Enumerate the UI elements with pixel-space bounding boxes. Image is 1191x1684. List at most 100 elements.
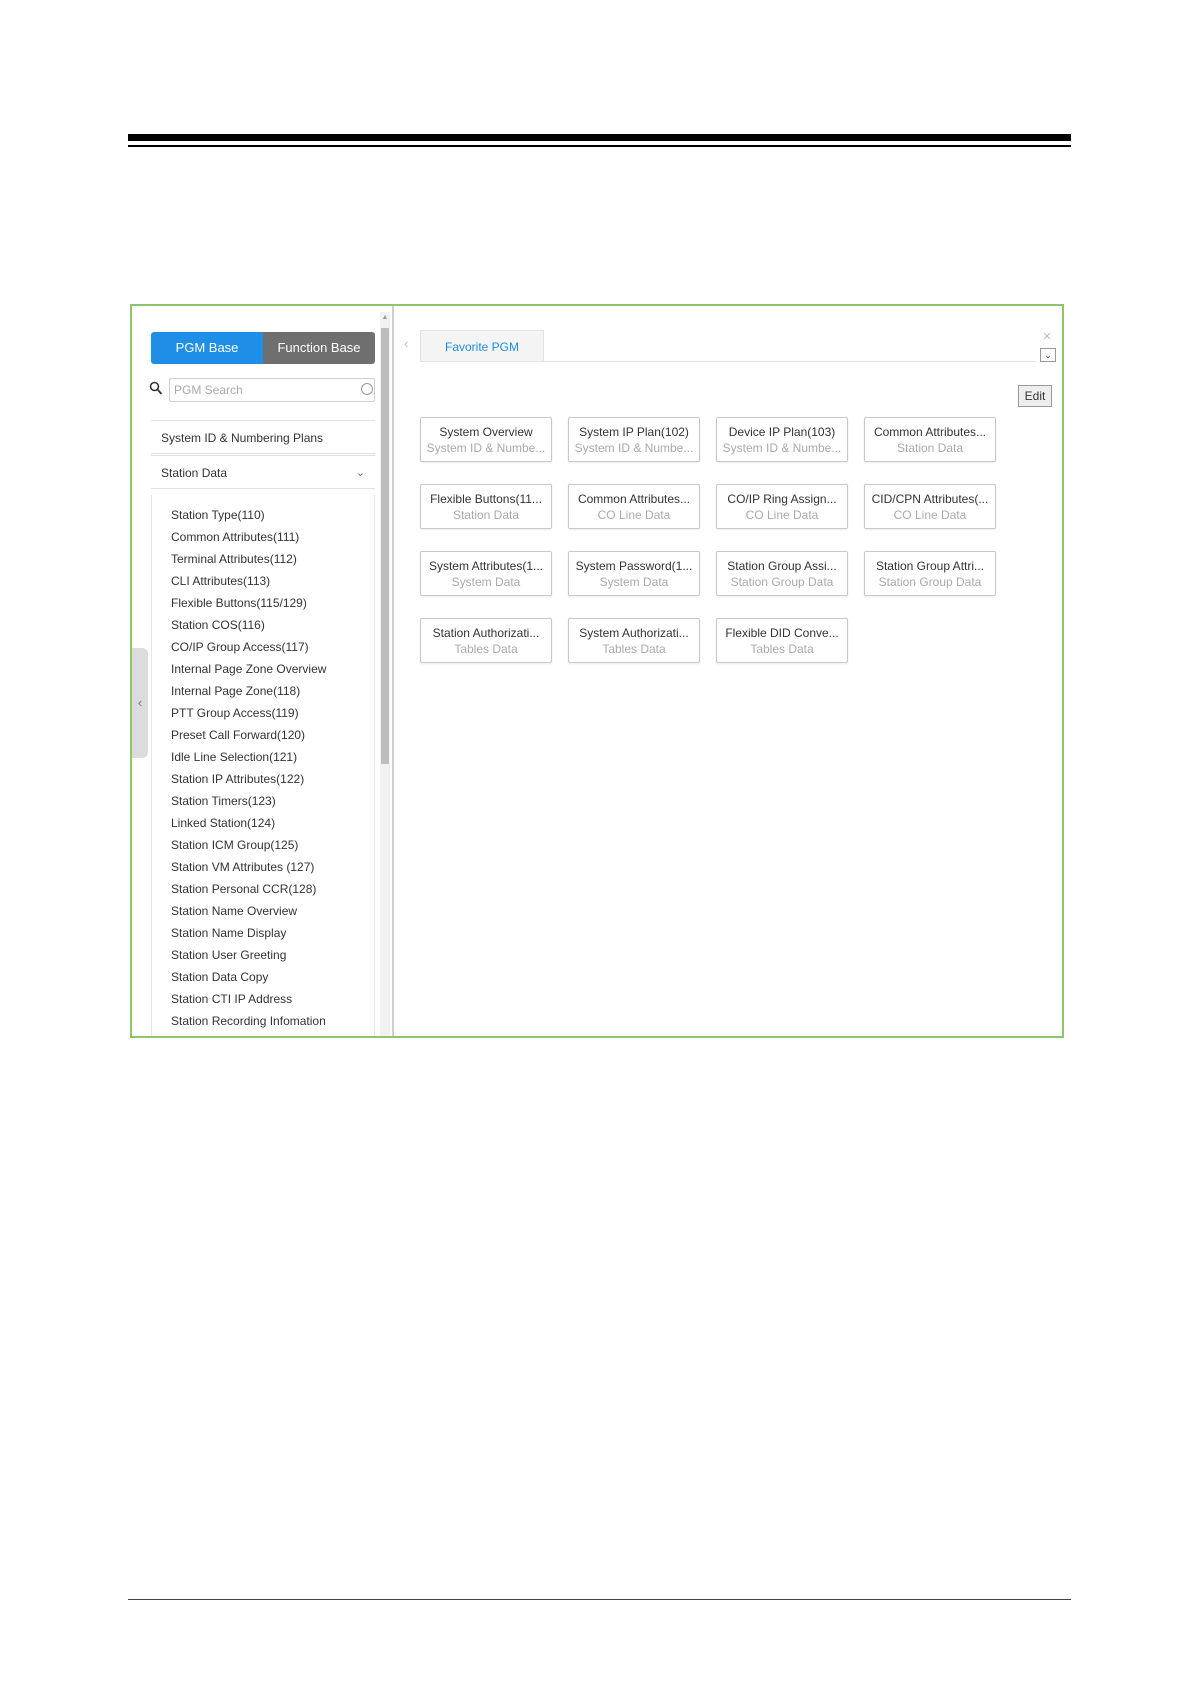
card-title: Common Attributes... bbox=[873, 425, 987, 439]
station-menu-item[interactable]: Station Timers(123) bbox=[171, 791, 276, 811]
station-menu-item[interactable]: Station Personal CCR(128) bbox=[171, 879, 316, 899]
scroll-up-arrow-icon[interactable]: ▲ bbox=[380, 312, 390, 324]
pgm-search-input[interactable] bbox=[169, 378, 375, 402]
chevron-left-icon: ‹ bbox=[137, 695, 143, 710]
station-menu-item[interactable]: Idle Line Selection(121) bbox=[171, 747, 297, 767]
tab-pgm-base[interactable]: PGM Base bbox=[151, 332, 263, 364]
clear-search-icon[interactable] bbox=[361, 383, 373, 395]
station-menu-item[interactable]: Linked Station(124) bbox=[171, 813, 275, 833]
favorite-pgm-card[interactable]: Common Attributes... Station Data bbox=[864, 417, 996, 462]
station-menu-item[interactable]: Terminal Attributes(112) bbox=[171, 549, 297, 569]
station-menu-item[interactable]: Internal Page Zone Overview bbox=[171, 659, 326, 679]
favorite-pgm-card[interactable]: System Overview System ID & Numbe... bbox=[420, 417, 552, 462]
card-title: Station Group Attri... bbox=[875, 559, 985, 573]
card-title: System Password(1... bbox=[575, 559, 693, 573]
card-category: CO Line Data bbox=[893, 508, 967, 522]
station-menu-item[interactable]: Common Attributes(111) bbox=[171, 527, 299, 547]
card-title: Station Group Assi... bbox=[727, 559, 837, 573]
station-menu-item[interactable]: Station User Greeting bbox=[171, 945, 286, 965]
card-category: Tables Data bbox=[750, 642, 814, 656]
card-category: Station Data bbox=[896, 441, 964, 455]
station-menu-item[interactable]: Station IP Attributes(122) bbox=[171, 769, 304, 789]
favorite-pgm-card[interactable]: CID/CPN Attributes(... CO Line Data bbox=[864, 484, 996, 529]
station-menu-item[interactable]: Station Data Copy bbox=[171, 967, 268, 987]
chevron-down-icon: ⌄ bbox=[1044, 350, 1052, 360]
favorite-pgm-card[interactable]: System Attributes(1... System Data bbox=[420, 551, 552, 596]
station-menu-item[interactable]: Station Name Display bbox=[171, 923, 286, 943]
station-menu-item[interactable]: CLI Attributes(113) bbox=[171, 571, 270, 591]
favorite-pgm-card[interactable]: Station Authorizati... Tables Data bbox=[420, 618, 552, 663]
card-category: CO Line Data bbox=[745, 508, 819, 522]
search-row bbox=[149, 378, 377, 402]
station-menu-item[interactable]: Flexible Buttons(115/129) bbox=[171, 593, 307, 613]
card-category: System ID & Numbe... bbox=[722, 441, 842, 455]
left-panel: ‹ PGM Base Function Base System ID & Num… bbox=[132, 306, 394, 1036]
favorite-pgm-card[interactable]: Station Group Attri... Station Group Data bbox=[864, 551, 996, 596]
card-title: CID/CPN Attributes(... bbox=[871, 492, 989, 506]
edit-button[interactable]: Edit bbox=[1018, 385, 1052, 407]
station-menu-item[interactable]: Preset Call Forward(120) bbox=[171, 725, 305, 745]
station-menu-item[interactable]: CO/IP Group Access(117) bbox=[171, 637, 309, 657]
station-menu-item[interactable]: Internal Page Zone(118) bbox=[171, 681, 300, 701]
mode-toggle: PGM Base Function Base bbox=[151, 332, 375, 364]
card-category: Station Group Data bbox=[878, 575, 982, 589]
favorite-pgm-card[interactable]: Flexible Buttons(11... Station Data bbox=[420, 484, 552, 529]
chevron-down-icon: ⌄ bbox=[355, 467, 365, 479]
header-rule-thick bbox=[128, 134, 1071, 141]
favorite-pgm-card[interactable]: System Password(1... System Data bbox=[568, 551, 700, 596]
station-menu-item[interactable]: Station ICM Group(125) bbox=[171, 835, 298, 855]
card-category: Station Data bbox=[452, 508, 520, 522]
card-category: System ID & Numbe... bbox=[574, 441, 694, 455]
menu-system-id-numbering[interactable]: System ID & Numbering Plans bbox=[151, 420, 375, 454]
card-title: System Overview bbox=[439, 425, 533, 439]
station-data-submenu: Station Type(110) Common Attributes(111) T… bbox=[151, 495, 375, 1036]
scrollbar-thumb[interactable] bbox=[381, 328, 389, 764]
card-title: System IP Plan(102) bbox=[579, 425, 689, 439]
station-menu-item[interactable]: Station Type(110) bbox=[171, 505, 265, 525]
tab-underline bbox=[420, 361, 1036, 362]
card-title: Flexible Buttons(11... bbox=[430, 492, 542, 506]
favorite-pgm-card[interactable]: System IP Plan(102) System ID & Numbe... bbox=[568, 417, 700, 462]
favorite-pgm-card[interactable]: Flexible DID Conve... Tables Data bbox=[716, 618, 848, 663]
station-menu-item[interactable]: Station Name Overview bbox=[171, 901, 297, 921]
station-menu-item[interactable]: Station VM Attributes (127) bbox=[171, 857, 314, 877]
station-menu-item[interactable]: Station COS(116) bbox=[171, 615, 265, 635]
card-category: CO Line Data bbox=[597, 508, 671, 522]
favorite-pgm-card[interactable]: System Authorizati... Tables Data bbox=[568, 618, 700, 663]
station-menu-item[interactable]: Station CTI IP Address bbox=[171, 989, 292, 1009]
favorite-pgm-card[interactable]: Common Attributes... CO Line Data bbox=[568, 484, 700, 529]
card-category: System Data bbox=[599, 575, 669, 589]
card-title: Station Authorizati... bbox=[432, 626, 540, 640]
card-title: CO/IP Ring Assign... bbox=[727, 492, 837, 506]
station-menu-item[interactable]: PTT Group Access(119) bbox=[171, 703, 299, 723]
tab-favorite-pgm[interactable]: Favorite PGM bbox=[420, 330, 544, 362]
card-category: Station Group Data bbox=[730, 575, 834, 589]
menu-station-data[interactable]: Station Data ⌄ bbox=[151, 455, 375, 489]
card-category: System ID & Numbe... bbox=[426, 441, 546, 455]
menu-system-id-label: System ID & Numbering Plans bbox=[161, 431, 324, 445]
collapse-panel-handle[interactable]: ‹ bbox=[132, 648, 148, 758]
footer-rule bbox=[128, 1599, 1071, 1600]
favorite-pgm-card[interactable]: Device IP Plan(103) System ID & Numbe... bbox=[716, 417, 848, 462]
search-icon bbox=[149, 381, 163, 395]
station-menu-item[interactable]: Station Recording Infomation bbox=[171, 1011, 326, 1031]
favorite-pgm-card[interactable]: CO/IP Ring Assign... CO Line Data bbox=[716, 484, 848, 529]
menu-station-data-label: Station Data bbox=[161, 466, 228, 480]
card-title: System Attributes(1... bbox=[428, 559, 544, 573]
tab-scroll-left-icon[interactable]: ‹ bbox=[404, 336, 408, 351]
tab-function-base[interactable]: Function Base bbox=[263, 332, 375, 364]
left-scrollbar[interactable]: ▲ bbox=[380, 312, 390, 1036]
card-title: Common Attributes... bbox=[577, 492, 691, 506]
card-title: System Authorizati... bbox=[579, 626, 689, 640]
right-panel: ‹ Favorite PGM ✕ ⌄ Edit System Overview S… bbox=[396, 306, 1062, 1036]
card-category: Tables Data bbox=[454, 642, 518, 656]
card-category: System Data bbox=[451, 575, 521, 589]
close-icon[interactable]: ✕ bbox=[1040, 330, 1054, 344]
card-category: Tables Data bbox=[602, 642, 666, 656]
screenshot-frame: ‹ PGM Base Function Base System ID & Num… bbox=[130, 304, 1064, 1038]
card-title: Flexible DID Conve... bbox=[725, 626, 839, 640]
card-title: Device IP Plan(103) bbox=[728, 425, 836, 439]
favorite-pgm-card[interactable]: Station Group Assi... Station Group Data bbox=[716, 551, 848, 596]
tab-list-dropdown[interactable]: ⌄ bbox=[1040, 348, 1056, 362]
header-rule-thin bbox=[128, 145, 1071, 147]
